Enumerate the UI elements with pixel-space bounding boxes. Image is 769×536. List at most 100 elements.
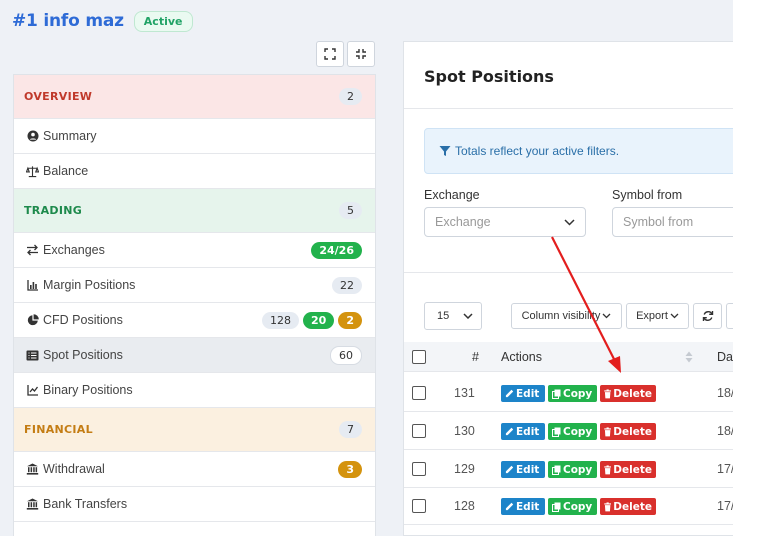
- copy-button[interactable]: Copy: [548, 385, 597, 402]
- exchange-placeholder: Exchange: [435, 215, 491, 229]
- count-badge: 24/26: [311, 241, 362, 259]
- copy-icon: [552, 502, 561, 512]
- section-count: 7: [339, 421, 362, 438]
- edit-label: Edit: [516, 463, 540, 476]
- panel-title: Spot Positions: [424, 67, 554, 86]
- collapse-button[interactable]: [347, 41, 375, 67]
- sidebar-item-label: CFD Positions: [43, 313, 123, 327]
- copy-icon: [552, 427, 561, 437]
- count-badge: 3: [338, 460, 362, 478]
- page-title: #1 info maz: [12, 11, 124, 31]
- sidebar-item-summary[interactable]: Summary: [14, 119, 375, 154]
- pencil-icon: [505, 427, 514, 436]
- pencil-icon: [505, 465, 514, 474]
- row-date: 17/: [717, 462, 733, 476]
- count-badge: 60: [330, 345, 362, 365]
- expand-button[interactable]: [316, 41, 344, 67]
- sidebar-item-balance[interactable]: Balance: [14, 154, 375, 189]
- sidebar-item-spot-positions[interactable]: Spot Positions 60: [14, 338, 375, 373]
- delete-button[interactable]: Delete: [600, 385, 656, 402]
- page-size-select[interactable]: 15: [424, 302, 482, 330]
- sidebar-item-cfd-positions[interactable]: CFD Positions 128 20 2: [14, 303, 375, 338]
- sidebar-item-exchanges[interactable]: Exchanges 24/26: [14, 233, 375, 268]
- refresh-button[interactable]: [693, 303, 722, 329]
- row-checkbox[interactable]: [412, 462, 426, 476]
- column-header-date[interactable]: Dat: [717, 350, 733, 364]
- pencil-icon: [505, 389, 514, 398]
- delete-label: Delete: [613, 387, 652, 400]
- count-badge: 22: [332, 276, 362, 294]
- edit-label: Edit: [516, 425, 540, 438]
- row-id: 129: [454, 462, 475, 476]
- table-row: 128 Edit Copy Delete 17/: [404, 487, 733, 525]
- copy-button[interactable]: Copy: [548, 461, 597, 478]
- count-badge: 2: [338, 311, 362, 329]
- symbol-from-label: Symbol from: [612, 188, 683, 202]
- edit-label: Edit: [516, 387, 540, 400]
- sidebar-item-label: Binary Positions: [43, 383, 133, 397]
- edit-button[interactable]: Edit: [501, 385, 545, 402]
- row-id: 131: [454, 386, 475, 400]
- page-header: #1 info maz Active: [12, 9, 193, 33]
- expand-icon: [324, 48, 336, 60]
- exchange-label: Exchange: [424, 188, 480, 202]
- delete-button[interactable]: Delete: [600, 498, 656, 515]
- row-id: 130: [454, 424, 475, 438]
- sidebar-item-label: Withdrawal: [43, 462, 105, 476]
- section-financial[interactable]: FINANCIAL 7: [14, 408, 375, 452]
- filter-icon: [439, 146, 451, 156]
- copy-button[interactable]: Copy: [548, 423, 597, 440]
- delete-label: Delete: [613, 425, 652, 438]
- divider: [404, 272, 733, 273]
- scale-icon: [26, 165, 39, 178]
- column-header-id[interactable]: #: [472, 350, 479, 364]
- sidebar-item-bank-transfers[interactable]: Bank Transfers: [14, 487, 375, 522]
- sidebar-item-binary-positions[interactable]: Binary Positions: [14, 373, 375, 408]
- sort-icon[interactable]: [685, 351, 693, 363]
- edit-button[interactable]: Edit: [501, 423, 545, 440]
- pie-chart-icon: [26, 314, 39, 327]
- section-overview[interactable]: OVERVIEW 2: [14, 75, 375, 119]
- copy-label: Copy: [563, 463, 593, 476]
- row-checkbox[interactable]: [412, 386, 426, 400]
- edit-button[interactable]: Edit: [501, 461, 545, 478]
- table-row: 130 Edit Copy Delete 18/: [404, 412, 733, 450]
- copy-button[interactable]: Copy: [548, 498, 597, 515]
- edit-button[interactable]: Edit: [501, 498, 545, 515]
- sidebar-item-margin-positions[interactable]: Margin Positions 22: [14, 268, 375, 303]
- pencil-icon: [505, 502, 514, 511]
- view-buttons: [316, 41, 375, 67]
- table-header: # Actions Dat: [404, 342, 733, 372]
- symbol-from-select[interactable]: Symbol from: [612, 207, 733, 237]
- sidebar-item-label: Bank Transfers: [43, 497, 128, 511]
- chevron-down-icon: [564, 218, 575, 226]
- section-trading[interactable]: TRADING 5: [14, 189, 375, 233]
- sidebar-item-label: Margin Positions: [43, 278, 136, 292]
- exchange-select[interactable]: Exchange: [424, 207, 586, 237]
- row-checkbox[interactable]: [412, 424, 426, 438]
- chevron-down-icon: [602, 313, 611, 319]
- copy-label: Copy: [563, 500, 593, 513]
- select-all-checkbox[interactable]: [412, 350, 426, 364]
- row-checkbox[interactable]: [412, 499, 426, 513]
- delete-button[interactable]: Delete: [600, 423, 656, 440]
- page-size-value: 15: [437, 310, 450, 322]
- more-toolbar-button[interactable]: [726, 303, 733, 329]
- export-label: Export: [636, 310, 668, 322]
- sidebar-item-label: Summary: [43, 129, 97, 143]
- column-header-actions[interactable]: Actions: [501, 350, 542, 364]
- copy-label: Copy: [563, 425, 593, 438]
- column-visibility-label: Column visibility: [521, 310, 601, 322]
- symbol-from-placeholder: Symbol from: [623, 215, 694, 229]
- filter-info-alert: Totals reflect your active filters.: [424, 128, 733, 174]
- bank-icon: [26, 498, 39, 511]
- info-text: Totals reflect your active filters.: [455, 144, 620, 158]
- delete-button[interactable]: Delete: [600, 461, 656, 478]
- bar-chart-icon: [26, 279, 39, 292]
- refresh-icon: [702, 311, 713, 321]
- column-visibility-button[interactable]: Column visibility: [511, 303, 622, 329]
- sidebar-item-withdrawal[interactable]: Withdrawal 3: [14, 452, 375, 487]
- sidebar-item-label: Exchanges: [43, 243, 105, 257]
- trash-icon: [604, 501, 612, 511]
- export-button[interactable]: Export: [626, 303, 689, 329]
